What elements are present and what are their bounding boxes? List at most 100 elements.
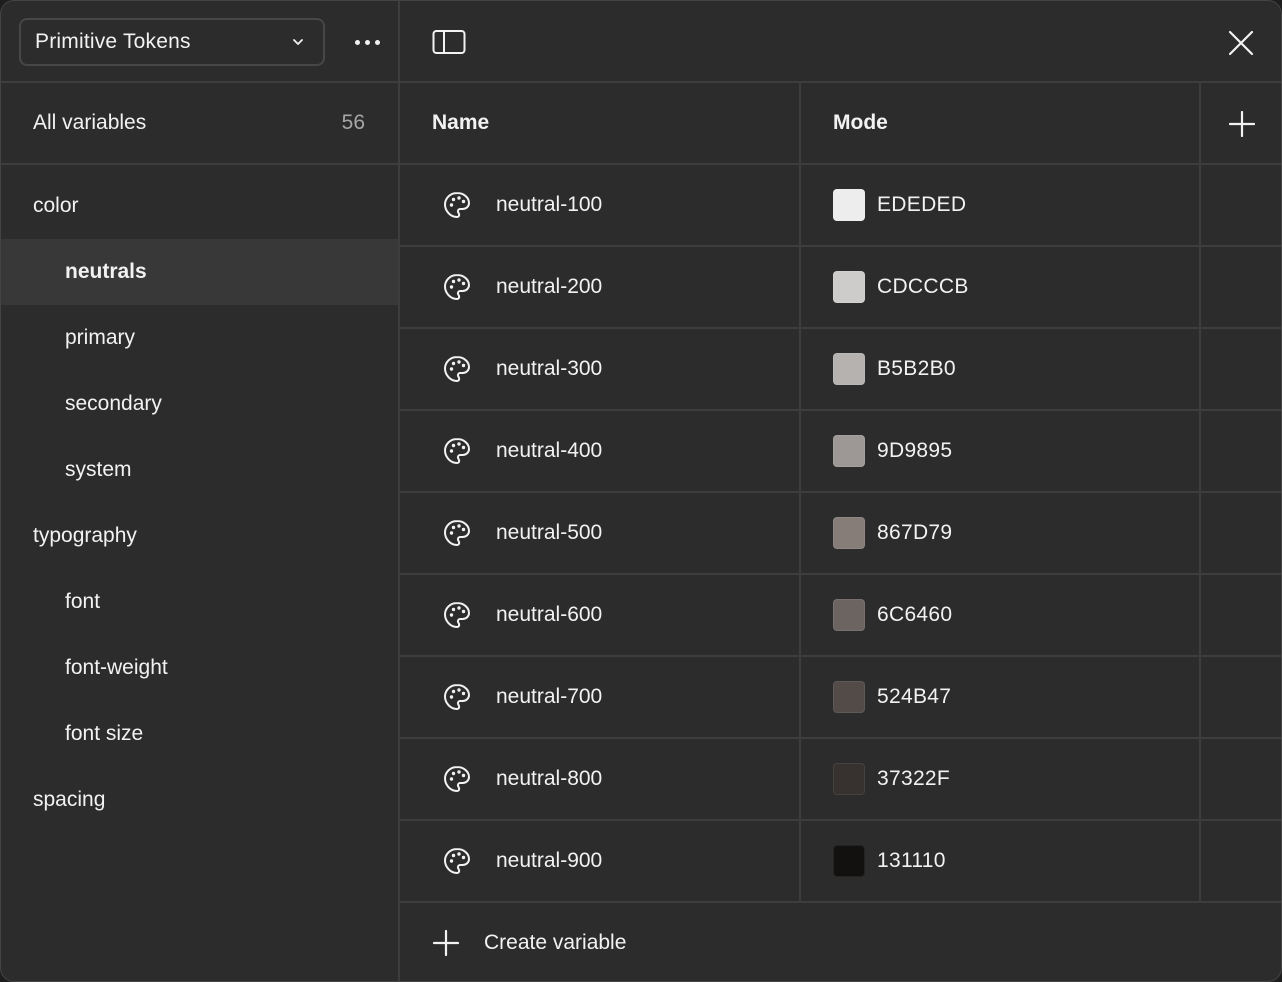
variable-value: 37322F — [877, 767, 951, 790]
variable-value-cell[interactable]: CDCCCB — [801, 247, 1201, 327]
variable-value: 867D79 — [877, 521, 953, 544]
variable-name-cell[interactable]: neutral-500 — [400, 493, 801, 573]
column-header-name: Name — [400, 83, 801, 163]
variable-value-cell[interactable]: 37322F — [801, 739, 1201, 819]
sidebar: Primitive Tokens All variables 56 color n… — [1, 1, 400, 981]
table-row[interactable]: neutral-700 524B47 — [400, 657, 1281, 739]
variable-value: 524B47 — [877, 685, 952, 708]
variable-rows: neutral-100 EDEDED neutral-200 CDCCCB neutra… — [400, 165, 1281, 903]
empty-cell — [1201, 165, 1281, 245]
variable-value-cell[interactable]: 524B47 — [801, 657, 1201, 737]
color-swatch[interactable] — [833, 517, 865, 549]
table-row[interactable]: neutral-600 6C6460 — [400, 575, 1281, 657]
empty-cell — [1201, 411, 1281, 491]
variable-name: neutral-300 — [496, 357, 603, 380]
more-icon-dot — [374, 39, 380, 45]
variable-name-cell[interactable]: neutral-900 — [400, 821, 801, 901]
variable-name-cell[interactable]: neutral-200 — [400, 247, 801, 327]
column-header-mode[interactable]: Mode — [801, 83, 1201, 163]
table-row[interactable]: neutral-900 131110 — [400, 821, 1281, 903]
variable-name: neutral-800 — [496, 767, 603, 790]
variable-value: EDEDED — [877, 193, 967, 216]
more-options-button[interactable] — [345, 27, 389, 57]
palette-icon — [444, 602, 470, 628]
variable-name: neutral-100 — [496, 193, 603, 216]
table-row[interactable]: neutral-300 B5B2B0 — [400, 329, 1281, 411]
color-swatch[interactable] — [833, 271, 865, 303]
color-swatch[interactable] — [833, 845, 865, 877]
empty-cell — [1201, 739, 1281, 819]
color-swatch[interactable] — [833, 599, 865, 631]
sidebar-group-secondary[interactable]: secondary — [1, 371, 398, 437]
variable-name: neutral-500 — [496, 521, 603, 544]
sidebar-group-spacing[interactable]: spacing — [1, 767, 398, 833]
variable-value: 6C6460 — [877, 603, 953, 626]
palette-icon — [444, 848, 470, 874]
variable-value-cell[interactable]: B5B2B0 — [801, 329, 1201, 409]
close-icon[interactable] — [1228, 30, 1254, 56]
variable-name-cell[interactable]: neutral-400 — [400, 411, 801, 491]
variable-name: neutral-700 — [496, 685, 603, 708]
all-variables-label: All variables — [33, 111, 147, 134]
all-variables-item[interactable]: All variables 56 — [1, 83, 398, 165]
variable-value-cell[interactable]: 867D79 — [801, 493, 1201, 573]
sidebar-group-font-weight[interactable]: font-weight — [1, 635, 398, 701]
column-header-add — [1201, 83, 1281, 163]
variable-name-cell[interactable]: neutral-700 — [400, 657, 801, 737]
chevron-down-icon — [293, 39, 303, 45]
variable-name-cell[interactable]: neutral-300 — [400, 329, 801, 409]
empty-cell — [1201, 657, 1281, 737]
variable-name-cell[interactable]: neutral-600 — [400, 575, 801, 655]
table-row[interactable]: neutral-500 867D79 — [400, 493, 1281, 575]
plus-icon[interactable] — [1229, 111, 1255, 137]
color-swatch[interactable] — [833, 681, 865, 713]
variable-name-cell[interactable]: neutral-100 — [400, 165, 801, 245]
table-row[interactable]: neutral-100 EDEDED — [400, 165, 1281, 247]
palette-icon — [444, 356, 470, 382]
sidebar-group-font[interactable]: font — [1, 569, 398, 635]
color-swatch[interactable] — [833, 189, 865, 221]
sidebar-group-font-size[interactable]: font size — [1, 701, 398, 767]
variable-name: neutral-200 — [496, 275, 603, 298]
palette-icon — [444, 520, 470, 546]
variable-value: 131110 — [877, 849, 946, 872]
variable-value-cell[interactable]: 131110 — [801, 821, 1201, 901]
empty-cell — [1201, 329, 1281, 409]
color-swatch[interactable] — [833, 353, 865, 385]
table-row[interactable]: neutral-200 CDCCCB — [400, 247, 1281, 329]
column-header-mode-label: Mode — [833, 111, 888, 134]
sidebar-group-system[interactable]: system — [1, 437, 398, 503]
sidebar-group-color[interactable]: color — [1, 173, 398, 239]
sidebar-header: Primitive Tokens — [1, 1, 398, 83]
sidebar-toggle-icon[interactable] — [432, 28, 466, 56]
variable-value-cell[interactable]: EDEDED — [801, 165, 1201, 245]
collection-select[interactable]: Primitive Tokens — [19, 18, 325, 66]
group-list: color neutrals primary secondary system typog… — [1, 165, 398, 833]
variable-value-cell[interactable]: 6C6460 — [801, 575, 1201, 655]
sidebar-group-neutrals[interactable]: neutrals — [1, 239, 398, 305]
color-swatch[interactable] — [833, 763, 865, 795]
palette-icon — [444, 274, 470, 300]
create-variable-button[interactable]: Create variable — [400, 903, 1281, 981]
palette-icon — [444, 766, 470, 792]
create-variable-label: Create variable — [484, 931, 627, 954]
color-swatch[interactable] — [833, 435, 865, 467]
plus-icon — [432, 929, 460, 957]
main-toolbar — [400, 1, 1281, 83]
variable-value-cell[interactable]: 9D9895 — [801, 411, 1201, 491]
variable-name: neutral-900 — [496, 849, 603, 872]
sidebar-group-primary[interactable]: primary — [1, 305, 398, 371]
empty-cell — [1201, 493, 1281, 573]
main-panel: Name Mode neutral-100 EDEDED neutral-200 CD… — [400, 1, 1281, 981]
table-row[interactable]: neutral-400 9D9895 — [400, 411, 1281, 493]
variable-name-cell[interactable]: neutral-800 — [400, 739, 801, 819]
all-variables-count: 56 — [341, 111, 365, 134]
variable-value: B5B2B0 — [877, 357, 956, 380]
more-icon-dot — [364, 39, 370, 45]
empty-cell — [1201, 821, 1281, 901]
table-row[interactable]: neutral-800 37322F — [400, 739, 1281, 821]
sidebar-group-typography[interactable]: typography — [1, 503, 398, 569]
variable-value: CDCCCB — [877, 275, 969, 298]
variables-window: Primitive Tokens All variables 56 color n… — [0, 0, 1282, 982]
variable-value: 9D9895 — [877, 439, 953, 462]
